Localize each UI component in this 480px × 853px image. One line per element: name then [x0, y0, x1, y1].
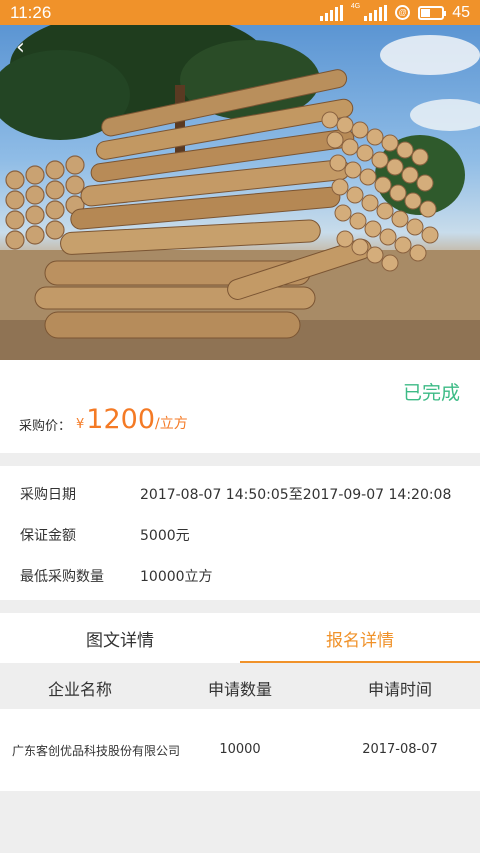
info-key: 保证金额: [20, 528, 76, 544]
info-key: 采购日期: [20, 487, 76, 503]
back-arrow-icon[interactable]: ‹: [16, 37, 38, 59]
price-card: 已完成 采购价： ¥ 1200 /立方: [0, 360, 480, 453]
table-header: 企业名称 申请数量 申请时间: [0, 663, 480, 709]
tab-registration-detail[interactable]: 报名详情: [240, 613, 480, 663]
price-number: 1200: [86, 404, 155, 435]
info-value: 2017-08-07 14:50:05至2017-09-07 14:20:08: [140, 487, 452, 503]
info-value: 10000立方: [140, 569, 213, 585]
timber-logs-image: [0, 25, 480, 360]
info-card: 采购日期 2017-08-07 14:50:05至2017-09-07 14:2…: [0, 466, 480, 600]
cell-company: 广东客创优品科技股份有限公司: [11, 744, 181, 758]
signal-icon-2: [364, 4, 388, 21]
price-label: 采购价：: [19, 419, 72, 434]
column-header-quantity: 申请数量: [207, 680, 273, 699]
status-time: 11:26: [10, 2, 52, 22]
column-header-time: 申请时间: [367, 680, 433, 699]
column-header-company: 企业名称: [47, 680, 113, 699]
network-type-label: 4G: [350, 3, 361, 10]
detail-tabs: 图文详情 报名详情: [0, 613, 480, 663]
battery-level-text: 45: [452, 3, 470, 21]
price-value: ¥ 1200 /立方: [76, 404, 188, 435]
cell-time: 2017-08-07: [362, 742, 438, 757]
signal-icon: [319, 4, 343, 21]
status-badge: 已完成: [402, 382, 460, 404]
hero-image: ‹: [0, 25, 480, 360]
table-row[interactable]: 广东客创优品科技股份有限公司 10000 2017-08-07: [0, 709, 480, 791]
status-icons: 4G @ 45: [319, 3, 470, 22]
cell-quantity: 10000: [219, 742, 261, 757]
info-key: 最低采购数量: [20, 569, 104, 585]
battery-icon: [418, 5, 447, 20]
currency-symbol: ¥: [76, 417, 85, 432]
notification-icon: @: [395, 5, 411, 20]
info-value: 5000元: [140, 528, 190, 544]
status-bar: 11:26 4G @ 45: [0, 0, 480, 25]
tab-image-text-detail[interactable]: 图文详情: [0, 613, 240, 663]
price-unit: /立方: [155, 416, 188, 432]
